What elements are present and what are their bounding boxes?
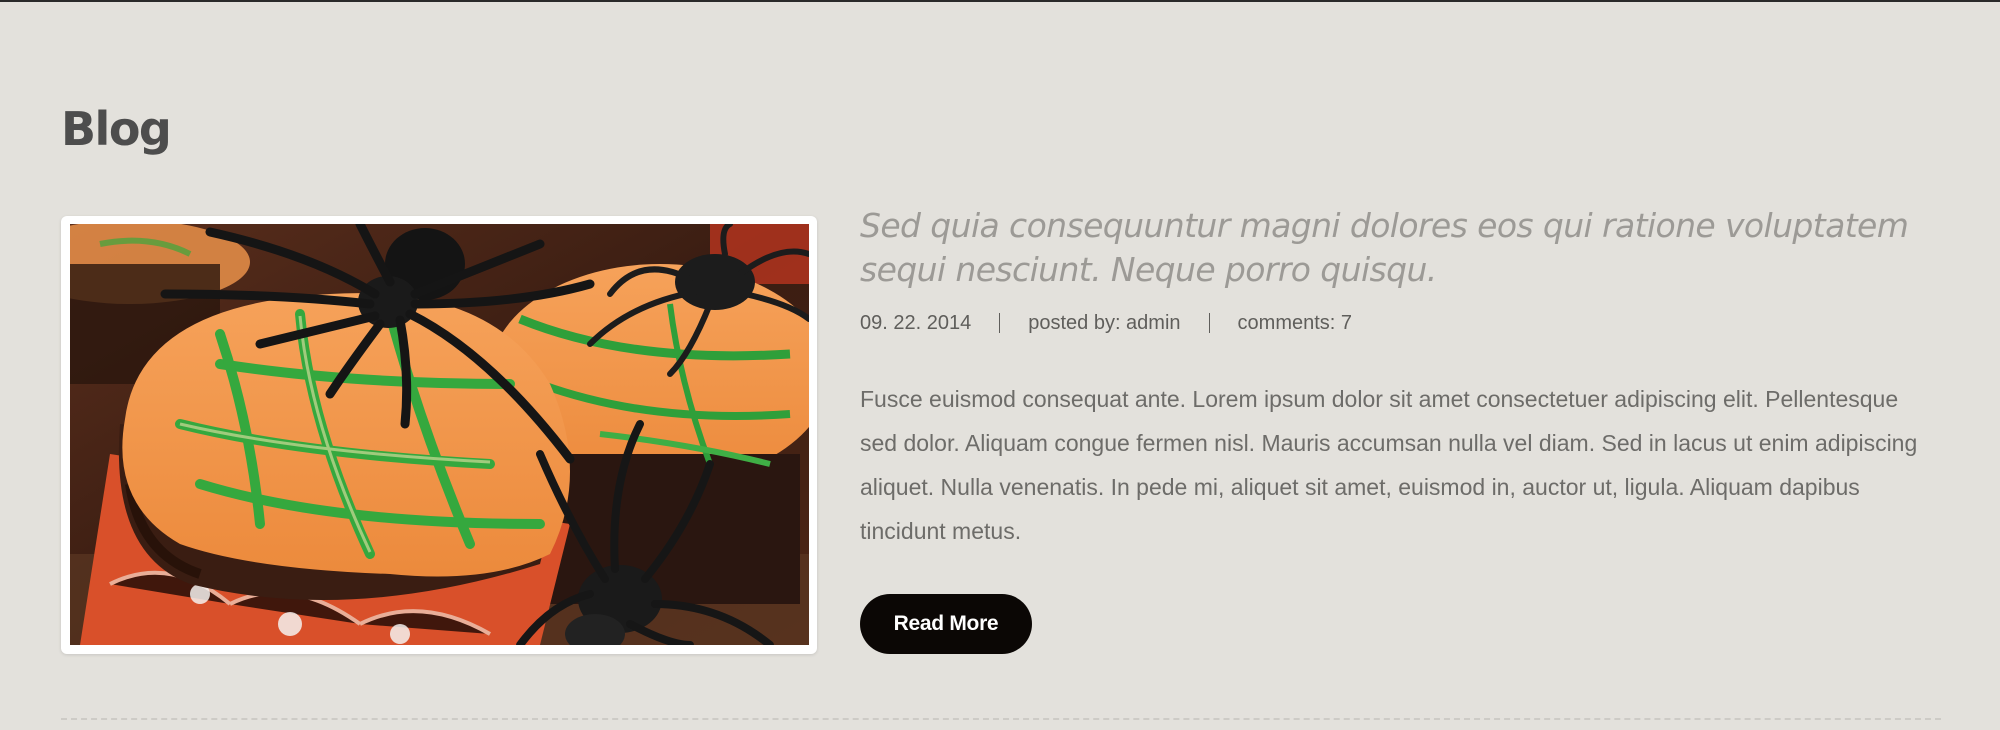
post-image — [70, 224, 809, 645]
post-image-link[interactable] — [61, 216, 817, 654]
read-more-button[interactable]: Read More — [860, 594, 1032, 654]
post-excerpt: Fusce euismod consequat ante. Lorem ipsu… — [860, 386, 1918, 544]
post-meta: 09. 22. 2014 posted by: admin comments: … — [860, 310, 1352, 336]
post-author[interactable]: posted by: admin — [1028, 312, 1180, 335]
post-divider — [61, 718, 1941, 720]
post-title[interactable]: Sed quia consequuntur magni dolores eos … — [860, 204, 1920, 292]
post-date: 09. 22. 2014 — [860, 311, 972, 334]
meta-separator — [1208, 313, 1210, 333]
post-comments[interactable]: comments: 7 — [1238, 312, 1352, 335]
meta-separator — [999, 313, 1001, 333]
blog-post: Sed quia consequuntur magni dolores eos … — [0, 0, 2000, 730]
